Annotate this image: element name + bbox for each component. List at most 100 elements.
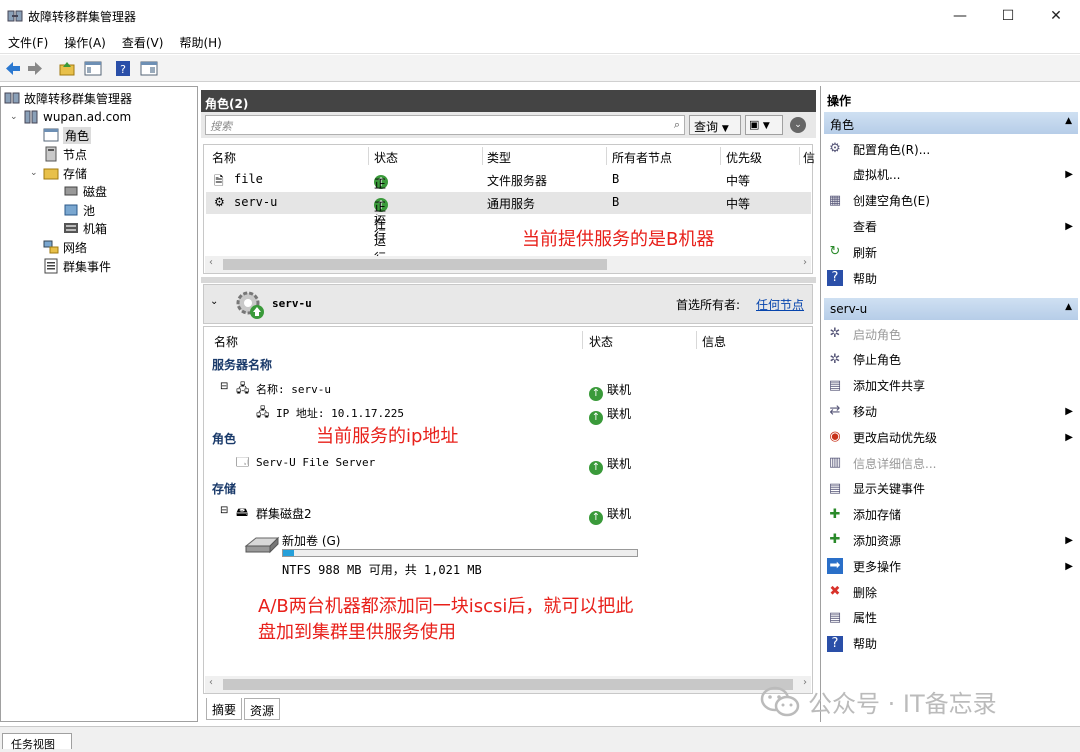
action-item[interactable]: ▤ 属性: [827, 606, 1077, 630]
column-header-info[interactable]: 信: [803, 149, 815, 166]
actions-group-serv-u[interactable]: serv-u ▲: [824, 298, 1078, 320]
table-row[interactable]: 🗎 file ↑正在运行 文件服务器 B 中等: [206, 169, 811, 242]
tree-root[interactable]: 故障转移群集管理器: [4, 89, 132, 107]
collapse-chevron-icon[interactable]: ⌄: [30, 168, 38, 178]
search-input[interactable]: 搜索 ⌕: [205, 115, 685, 135]
minimize-button[interactable]: —: [936, 0, 984, 32]
volume-usage-bar: [282, 549, 638, 557]
save-query-button[interactable]: ▣ ▼: [745, 115, 783, 135]
action-item[interactable]: 虚拟机... ▶: [827, 163, 1077, 187]
action-item[interactable]: ↻ 刷新: [827, 240, 1077, 264]
help-icon: ?: [827, 270, 843, 286]
stop-icon: ✲: [829, 351, 841, 367]
menu-help[interactable]: 帮助(H): [171, 34, 229, 51]
tree-item-events[interactable]: 群集事件: [43, 257, 111, 275]
query-button[interactable]: 查询 ▼: [689, 115, 741, 135]
action-item[interactable]: ? 帮助: [827, 266, 1077, 290]
show-console-tree-icon[interactable]: [84, 60, 102, 77]
search-icon[interactable]: ⌕: [674, 118, 680, 132]
collapse-up-icon[interactable]: ▲: [1065, 116, 1072, 126]
action-item[interactable]: ⇄ 移动 ▶: [827, 399, 1077, 423]
column-header-status[interactable]: 状态: [374, 149, 398, 166]
column-header-type[interactable]: 类型: [487, 149, 511, 166]
scroll-right-icon[interactable]: ›: [803, 257, 807, 268]
action-item[interactable]: ⚙ 配置角色(R)...: [827, 137, 1077, 161]
role-resource-label[interactable]: Serv-U File Server: [256, 455, 375, 469]
column-separator[interactable]: [696, 331, 697, 349]
column-separator[interactable]: [582, 331, 583, 349]
tree-item-nodes[interactable]: 节点: [43, 145, 87, 163]
show-action-pane-icon[interactable]: [140, 60, 158, 77]
annotation-storage-line1: A/B两台机器都添加同一块iscsi后，就可以把此: [258, 596, 634, 617]
tab-summary[interactable]: 摘要: [206, 698, 243, 720]
scroll-left-icon[interactable]: ‹: [209, 677, 213, 688]
back-arrow-icon[interactable]: [4, 60, 22, 77]
volume-name[interactable]: 新加卷 (G): [282, 532, 340, 549]
action-item[interactable]: ✲ 停止角色: [827, 348, 1077, 372]
maximize-button[interactable]: ☐: [984, 0, 1032, 32]
pane-splitter[interactable]: [201, 277, 816, 283]
forward-arrow-icon[interactable]: [26, 60, 44, 77]
menu-view[interactable]: 查看(V): [114, 34, 172, 51]
tree-cluster[interactable]: wupan.ad.com: [23, 108, 131, 126]
preferred-owner-link[interactable]: 任何节点: [756, 296, 804, 313]
tree-item-disks[interactable]: 磁盘: [63, 182, 107, 200]
collapse-box-icon[interactable]: ⊟: [220, 381, 228, 392]
scrollbar-thumb[interactable]: [223, 259, 607, 270]
help-book-icon[interactable]: ?: [114, 60, 132, 77]
column-separator[interactable]: [799, 147, 800, 165]
column-header-priority[interactable]: 优先级: [726, 149, 762, 166]
column-separator[interactable]: [368, 147, 369, 165]
up-folder-icon[interactable]: [58, 60, 76, 77]
tree-item-enclosures[interactable]: 机箱: [63, 219, 107, 237]
search-placeholder: 搜索: [210, 120, 232, 133]
menu-file[interactable]: 文件(F): [0, 34, 56, 51]
action-item[interactable]: ✲ 启动角色: [827, 322, 1077, 346]
column-header-info[interactable]: 信息: [702, 333, 726, 350]
tree-item-pools[interactable]: 池: [63, 201, 95, 219]
tree-item-network[interactable]: 网络: [43, 238, 87, 256]
collapse-chevron-icon[interactable]: ⌄: [10, 112, 18, 122]
scrollbar-thumb[interactable]: [223, 679, 793, 690]
collapse-chevron-icon[interactable]: ⌄: [210, 296, 218, 307]
action-item[interactable]: 查看 ▶: [827, 214, 1077, 238]
action-item[interactable]: ? 帮助: [827, 632, 1077, 656]
action-item[interactable]: ▤ 添加文件共享: [827, 374, 1077, 398]
horizontal-scrollbar[interactable]: ‹ ›: [205, 676, 811, 693]
action-item[interactable]: ▦ 创建空角色(E): [827, 189, 1077, 213]
action-item[interactable]: ✚ 添加存储: [827, 503, 1077, 527]
tree-item-storage[interactable]: 存储: [43, 164, 87, 182]
tree-item-roles[interactable]: 角色: [43, 126, 92, 144]
horizontal-scrollbar[interactable]: ‹ ›: [205, 256, 811, 273]
column-header-name[interactable]: 名称: [212, 149, 236, 166]
collapse-box-icon[interactable]: ⊟: [220, 505, 228, 516]
empty-role-icon: ▦: [828, 192, 842, 208]
table-row[interactable]: ⚙ serv-u ↑正在运行 通用服务 B 中等: [206, 192, 811, 265]
scroll-left-icon[interactable]: ‹: [209, 257, 213, 268]
column-separator[interactable]: [482, 147, 483, 165]
tab-resources[interactable]: 资源: [244, 698, 281, 720]
close-button[interactable]: ✕: [1032, 0, 1080, 32]
column-header-status[interactable]: 状态: [589, 333, 613, 350]
column-header-owner[interactable]: 所有者节点: [612, 149, 672, 166]
action-item[interactable]: ▥ 信息详细信息...: [827, 451, 1077, 475]
menu-action[interactable]: 操作(A): [56, 34, 114, 51]
section-server-name: 服务器名称: [212, 358, 273, 372]
action-item[interactable]: ◉ 更改启动优先级 ▶: [827, 425, 1077, 449]
column-separator[interactable]: [720, 147, 721, 165]
ip-address-label[interactable]: IP 地址: 10.1.17.225: [276, 405, 404, 421]
action-label: 创建空角色(E): [853, 194, 930, 209]
action-item[interactable]: ✚ 添加资源 ▶: [827, 528, 1077, 552]
cluster-disk-label[interactable]: 群集磁盘2: [256, 505, 312, 522]
expand-chevron-icon[interactable]: ⌄: [790, 117, 806, 133]
action-item[interactable]: ➡ 更多操作 ▶: [827, 554, 1077, 578]
move-icon: ⇄: [829, 403, 841, 419]
actions-pane: 操作 角色 ▲ ⚙ 配置角色(R)... 虚拟机... ▶ ▦ 创建空角色(E) 查看 ▶ ↻ 刷新…: [820, 86, 1080, 722]
column-separator[interactable]: [606, 147, 607, 165]
action-item[interactable]: ▤ 显示关键事件: [827, 477, 1077, 501]
collapse-up-icon[interactable]: ▲: [1065, 302, 1072, 312]
action-item[interactable]: ✖ 删除: [827, 580, 1077, 604]
actions-group-roles[interactable]: 角色 ▲: [824, 112, 1078, 134]
column-header-name[interactable]: 名称: [214, 333, 238, 350]
server-name-label[interactable]: 名称: serv-u: [256, 381, 331, 397]
